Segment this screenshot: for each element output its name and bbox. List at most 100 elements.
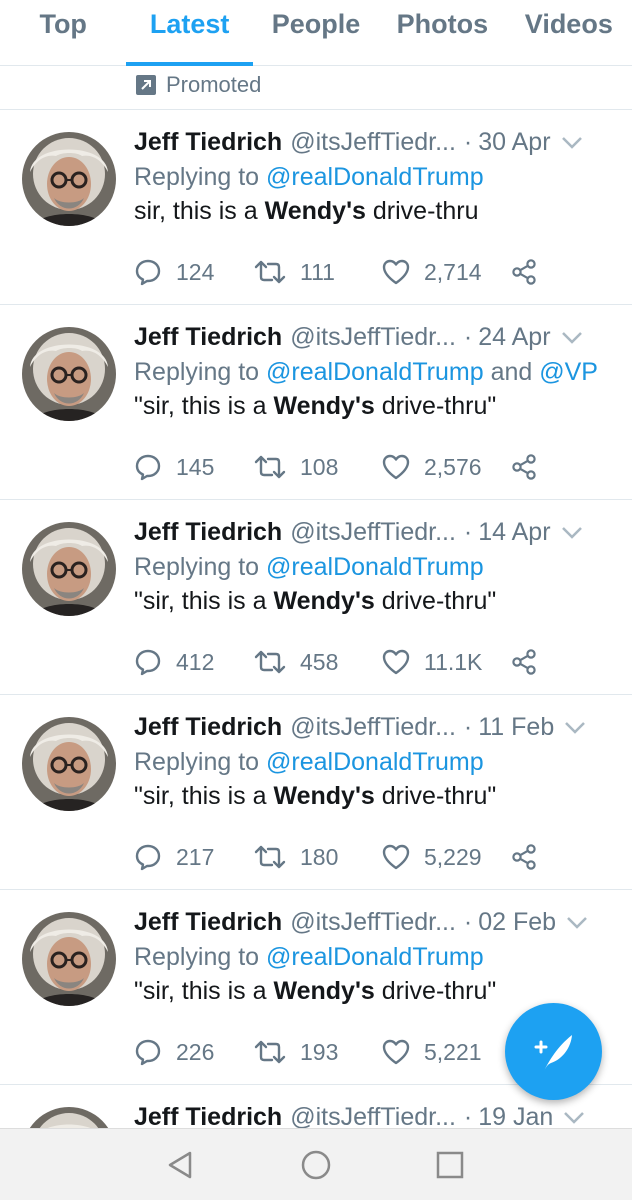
like-button[interactable]: 5,221 — [382, 1037, 482, 1067]
retweet-button[interactable]: 458 — [254, 647, 338, 677]
back-button[interactable] — [162, 1147, 198, 1183]
heart-icon — [382, 259, 410, 285]
chevron-down-icon[interactable] — [561, 331, 583, 345]
avatar-image — [22, 132, 116, 226]
share-button[interactable] — [510, 647, 552, 677]
reply-button[interactable]: 124 — [134, 257, 214, 287]
like-button[interactable]: 2,714 — [382, 257, 482, 287]
tweet-actions: 145 108 2,576 — [134, 452, 554, 482]
author-name[interactable]: Jeff Tiedrich — [134, 517, 282, 547]
tab-latest[interactable]: Latest — [126, 0, 254, 66]
like-button[interactable]: 11.1K — [382, 647, 482, 677]
retweet-icon — [254, 845, 286, 869]
chevron-down-icon[interactable] — [561, 136, 583, 150]
mention-link[interactable]: @realDonaldTrump — [266, 358, 484, 386]
avatar[interactable] — [22, 1107, 116, 1128]
tab-top[interactable]: Top — [0, 0, 126, 65]
mention-link[interactable]: @realDonaldTrump — [266, 163, 484, 191]
author-name[interactable]: Jeff Tiedrich — [134, 712, 282, 742]
like-button[interactable]: 5,229 — [382, 842, 482, 872]
replying-to: Replying to @realDonaldTrump — [134, 160, 616, 194]
author-handle[interactable]: @itsJeffTiedr... — [290, 712, 456, 742]
retweet-button[interactable]: 180 — [254, 842, 338, 872]
author-handle[interactable]: @itsJeffTiedr... — [290, 127, 456, 157]
author-name[interactable]: Jeff Tiedrich — [134, 322, 282, 352]
tweet-date[interactable]: 14 Apr — [478, 517, 550, 547]
tweet-feed: Jeff Tiedrich @itsJeffTiedr... · 30 Apr Repl… — [0, 110, 632, 1085]
promoted-label[interactable]: Promoted — [136, 62, 261, 108]
share-button[interactable] — [510, 257, 552, 287]
retweet-button[interactable]: 108 — [254, 452, 338, 482]
reply-button[interactable]: 412 — [134, 647, 214, 677]
recent-apps-icon — [436, 1151, 464, 1179]
compose-tweet-icon — [534, 1034, 572, 1071]
tweet-text-part: drive-thru — [365, 197, 479, 225]
retweet-count: 111 — [300, 258, 335, 285]
reply-icon — [135, 649, 161, 676]
home-button[interactable] — [298, 1147, 334, 1183]
separator-dot: · — [463, 713, 473, 741]
author-handle[interactable]: @itsJeffTiedr... — [290, 517, 456, 547]
reply-button[interactable]: 145 — [134, 452, 214, 482]
retweet-count: 180 — [300, 843, 339, 870]
recent-apps-button[interactable] — [432, 1147, 468, 1183]
chevron-down-icon[interactable] — [563, 1111, 585, 1125]
separator-dot: · — [463, 518, 473, 546]
tweet[interactable]: Jeff Tiedrich @itsJeffTiedr... · 11 Feb Repl… — [0, 695, 632, 890]
tab-videos[interactable]: Videos — [506, 0, 632, 65]
mention-link[interactable]: @realDonaldTrump — [266, 748, 484, 776]
tweet-date[interactable]: 30 Apr — [478, 127, 550, 157]
share-button[interactable] — [510, 452, 552, 482]
replying-to: Replying to @realDonaldTrump — [134, 940, 616, 974]
home-icon — [301, 1150, 331, 1180]
tweet-date[interactable]: 02 Feb — [478, 907, 556, 937]
retweet-icon — [254, 260, 286, 284]
replying-to-label: Replying to — [134, 943, 260, 971]
tweet[interactable]: Jeff Tiedrich @itsJeffTiedr... · 14 Apr Repl… — [0, 500, 632, 695]
avatar[interactable] — [22, 717, 116, 811]
reply-button[interactable]: 217 — [134, 842, 214, 872]
tweet-text-part: "sir, this is a — [134, 977, 274, 1005]
avatar[interactable] — [22, 132, 116, 226]
tab-people[interactable]: People — [253, 0, 379, 65]
avatar-image — [22, 522, 116, 616]
author-handle[interactable]: @itsJeffTiedr... — [290, 1102, 456, 1128]
tweet[interactable]: Jeff Tiedrich @itsJeffTiedr... · 24 Apr Repl… — [0, 305, 632, 500]
chevron-down-icon[interactable] — [561, 526, 583, 540]
like-count: 5,221 — [424, 1038, 482, 1065]
separator-dot: · — [463, 323, 473, 351]
tweet-date[interactable]: 19 Jan — [478, 1102, 553, 1128]
tweet-date[interactable]: 11 Feb — [478, 712, 554, 742]
chevron-down-icon[interactable] — [566, 916, 588, 930]
chevron-down-icon[interactable] — [564, 721, 586, 735]
author-name[interactable]: Jeff Tiedrich — [134, 1102, 282, 1128]
reply-count: 145 — [176, 453, 215, 480]
mention-link[interactable]: @realDonaldTrump — [266, 943, 484, 971]
avatar[interactable] — [22, 327, 116, 421]
tweet-text-bold: Wendy's — [273, 392, 375, 420]
tweet-text-part: drive-thru" — [374, 977, 497, 1005]
author-handle[interactable]: @itsJeffTiedr... — [290, 322, 456, 352]
tweet-header: Jeff Tiedrich @itsJeffTiedr... · 19 Jan — [134, 1102, 616, 1128]
share-button[interactable] — [510, 842, 552, 872]
retweet-button[interactable]: 193 — [254, 1037, 338, 1067]
reply-button[interactable]: 226 — [134, 1037, 214, 1067]
mention-link[interactable]: @VP — [539, 358, 598, 386]
compose-tweet-button[interactable] — [505, 1003, 602, 1100]
tab-photos[interactable]: Photos — [379, 0, 505, 65]
author-name[interactable]: Jeff Tiedrich — [134, 907, 282, 937]
mention-link[interactable]: @realDonaldTrump — [266, 553, 484, 581]
like-button[interactable]: 2,576 — [382, 452, 482, 482]
reply-count: 124 — [176, 258, 215, 285]
avatar[interactable] — [22, 912, 116, 1006]
tweet-content: Jeff Tiedrich @itsJeffTiedr... · 11 Feb Repl… — [134, 712, 616, 813]
author-name[interactable]: Jeff Tiedrich — [134, 127, 282, 157]
tweet-date[interactable]: 24 Apr — [478, 322, 550, 352]
reply-count: 217 — [176, 843, 215, 870]
tweet-header: Jeff Tiedrich @itsJeffTiedr... · 14 Apr — [134, 517, 616, 547]
retweet-icon — [254, 650, 286, 674]
author-handle[interactable]: @itsJeffTiedr... — [290, 907, 456, 937]
tweet[interactable]: Jeff Tiedrich @itsJeffTiedr... · 30 Apr Repl… — [0, 110, 632, 305]
avatar[interactable] — [22, 522, 116, 616]
retweet-button[interactable]: 111 — [254, 257, 335, 287]
